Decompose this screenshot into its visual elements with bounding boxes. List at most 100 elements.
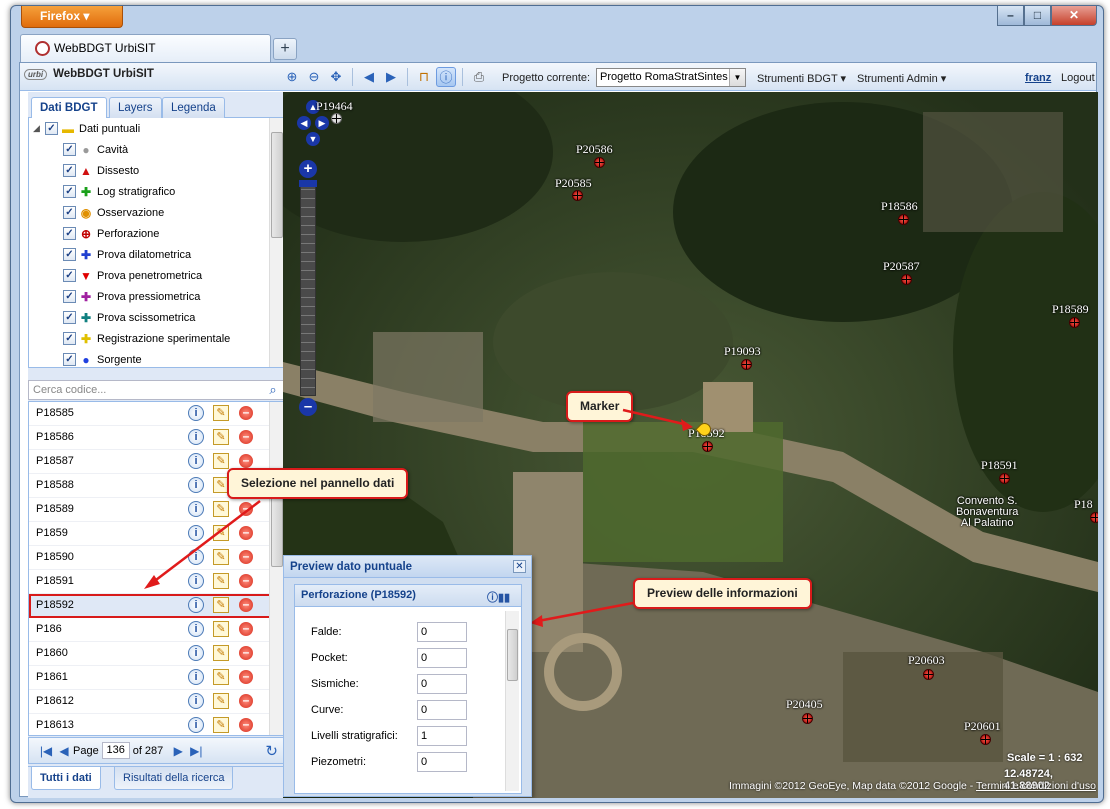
checkbox-icon[interactable]: ✓: [63, 332, 76, 345]
edit-icon[interactable]: ✎: [213, 645, 229, 661]
delete-icon[interactable]: –: [239, 574, 253, 588]
field-value[interactable]: 0: [417, 648, 467, 668]
info-icon[interactable]: i: [188, 549, 204, 565]
menu-strumenti-bdgt[interactable]: Strumenti BDGT ▾: [757, 72, 846, 85]
field-value[interactable]: 0: [417, 674, 467, 694]
preview-scrollbar[interactable]: [505, 611, 519, 791]
list-item-selected[interactable]: P18592 i ✎ –: [29, 594, 284, 618]
delete-icon[interactable]: –: [239, 550, 253, 564]
map-point-marker-icon[interactable]: [999, 473, 1010, 484]
checkbox-icon[interactable]: ✓: [63, 206, 76, 219]
edit-icon[interactable]: ✎: [213, 405, 229, 421]
edit-icon[interactable]: ✎: [213, 717, 229, 733]
delete-icon[interactable]: –: [239, 598, 253, 612]
tab-risultati-ricerca[interactable]: Risultati della ricerca: [114, 767, 234, 790]
list-item[interactable]: P18591 i ✎ –: [29, 570, 284, 594]
info-icon[interactable]: i: [188, 693, 204, 709]
info-icon[interactable]: i: [188, 501, 204, 517]
field-value[interactable]: 0: [417, 622, 467, 642]
zoom-minus-icon[interactable]: –: [299, 398, 317, 416]
delete-icon[interactable]: –: [239, 502, 253, 516]
pan-right-icon[interactable]: ▶: [315, 116, 329, 130]
tree-item[interactable]: ✓ ▲ Dissesto: [29, 160, 284, 181]
tab-tutti-i-dati[interactable]: Tutti i dati: [31, 767, 101, 790]
tree-item[interactable]: ✓ ⊕ Perforazione: [29, 223, 284, 244]
edit-icon[interactable]: ✎: [213, 429, 229, 445]
delete-icon[interactable]: –: [239, 718, 253, 732]
zoom-bar[interactable]: [300, 180, 316, 396]
map-point-marker-icon[interactable]: [331, 113, 342, 124]
list-item[interactable]: P18590 i ✎ –: [29, 546, 284, 570]
collapse-arrow-icon[interactable]: ◢: [33, 123, 45, 134]
info-icon[interactable]: i: [188, 405, 204, 421]
info-icon[interactable]: i: [188, 597, 204, 613]
info-icon[interactable]: i: [188, 525, 204, 541]
edit-icon[interactable]: ✎: [213, 597, 229, 613]
tab-dati-bdgt[interactable]: Dati BDGT: [31, 97, 107, 119]
edit-icon[interactable]: ✎: [213, 453, 229, 469]
forward-arrow-icon[interactable]: ▶: [381, 67, 401, 87]
info-icon[interactable]: i: [188, 453, 204, 469]
edit-icon[interactable]: ✎: [213, 573, 229, 589]
tree-item[interactable]: ✓ ✚ Prova scissometrica: [29, 307, 284, 328]
tab-legenda[interactable]: Legenda: [162, 97, 225, 118]
checkbox-icon[interactable]: ✓: [63, 143, 76, 156]
checkbox-icon[interactable]: ✓: [63, 269, 76, 282]
maximize-button[interactable]: □: [1024, 6, 1051, 26]
checkbox-icon[interactable]: ✓: [63, 311, 76, 324]
field-value[interactable]: 1: [417, 726, 467, 746]
print-icon[interactable]: ⎙: [469, 67, 489, 87]
last-page-icon[interactable]: ▶|: [187, 744, 205, 758]
map-point-marker-icon[interactable]: [901, 274, 912, 285]
edit-icon[interactable]: ✎: [213, 621, 229, 637]
list-item[interactable]: P18585 i ✎ –: [29, 402, 284, 426]
field-value[interactable]: 0: [417, 700, 467, 720]
tree-item[interactable]: ✓ ✚ Registrazione sperimentale: [29, 328, 284, 349]
terms-link[interactable]: Termini e condizioni d'uso: [976, 780, 1096, 792]
checkbox-icon[interactable]: ✓: [63, 353, 76, 366]
logout-link[interactable]: Logout: [1061, 72, 1095, 84]
prev-page-icon[interactable]: ◀: [55, 744, 73, 758]
close-window-button[interactable]: ✕: [1051, 6, 1097, 26]
list-item[interactable]: P1859 i ✎ –: [29, 522, 284, 546]
tree-item[interactable]: ✓ ● Sorgente: [29, 349, 284, 367]
info-icon[interactable]: i: [188, 669, 204, 685]
map-point-marker-icon[interactable]: [980, 734, 991, 745]
checkbox-icon[interactable]: ✓: [45, 122, 58, 135]
list-item[interactable]: P1861 i ✎ –: [29, 666, 284, 690]
map-point-marker-icon[interactable]: [572, 190, 583, 201]
tab-layers[interactable]: Layers: [109, 97, 162, 118]
info-icon[interactable]: i: [188, 429, 204, 445]
scrollbar-thumb[interactable]: [271, 495, 283, 567]
info-icon[interactable]: i: [188, 573, 204, 589]
delete-icon[interactable]: –: [239, 646, 253, 660]
checkbox-icon[interactable]: ✓: [63, 290, 76, 303]
map-point-marker-icon[interactable]: [898, 214, 909, 225]
info-tool-icon[interactable]: ⓘ: [436, 67, 456, 87]
search-icon[interactable]: ⌕: [265, 382, 281, 398]
delete-icon[interactable]: –: [239, 694, 253, 708]
pan-down-icon[interactable]: ▼: [306, 132, 320, 146]
list-item[interactable]: P18589 i ✎ –: [29, 498, 284, 522]
list-item[interactable]: P1860 i ✎ –: [29, 642, 284, 666]
info-icon[interactable]: i: [188, 621, 204, 637]
delete-icon[interactable]: –: [239, 622, 253, 636]
menu-strumenti-admin[interactable]: Strumenti Admin ▾: [857, 72, 946, 85]
browser-tab[interactable]: WebBDGT UrbiSIT: [20, 34, 271, 62]
delete-icon[interactable]: –: [239, 670, 253, 684]
delete-icon[interactable]: –: [239, 430, 253, 444]
info-chart-icon[interactable]: ⓘ▮▮: [487, 588, 515, 604]
edit-icon[interactable]: ✎: [213, 549, 229, 565]
info-icon[interactable]: i: [188, 477, 204, 493]
tree-item[interactable]: ✓ ✚ Prova pressiometrica: [29, 286, 284, 307]
zoom-in-tool-icon[interactable]: ⊕: [282, 67, 302, 87]
page-input[interactable]: 136: [101, 742, 130, 759]
zoom-plus-icon[interactable]: +: [299, 160, 317, 178]
map-point-marker-icon[interactable]: [923, 669, 934, 680]
new-tab-button[interactable]: +: [273, 38, 297, 60]
info-icon[interactable]: i: [188, 645, 204, 661]
checkbox-icon[interactable]: ✓: [63, 185, 76, 198]
pan-left-icon[interactable]: ◀: [297, 116, 311, 130]
first-page-icon[interactable]: |◀: [37, 744, 55, 758]
delete-icon[interactable]: –: [239, 454, 253, 468]
